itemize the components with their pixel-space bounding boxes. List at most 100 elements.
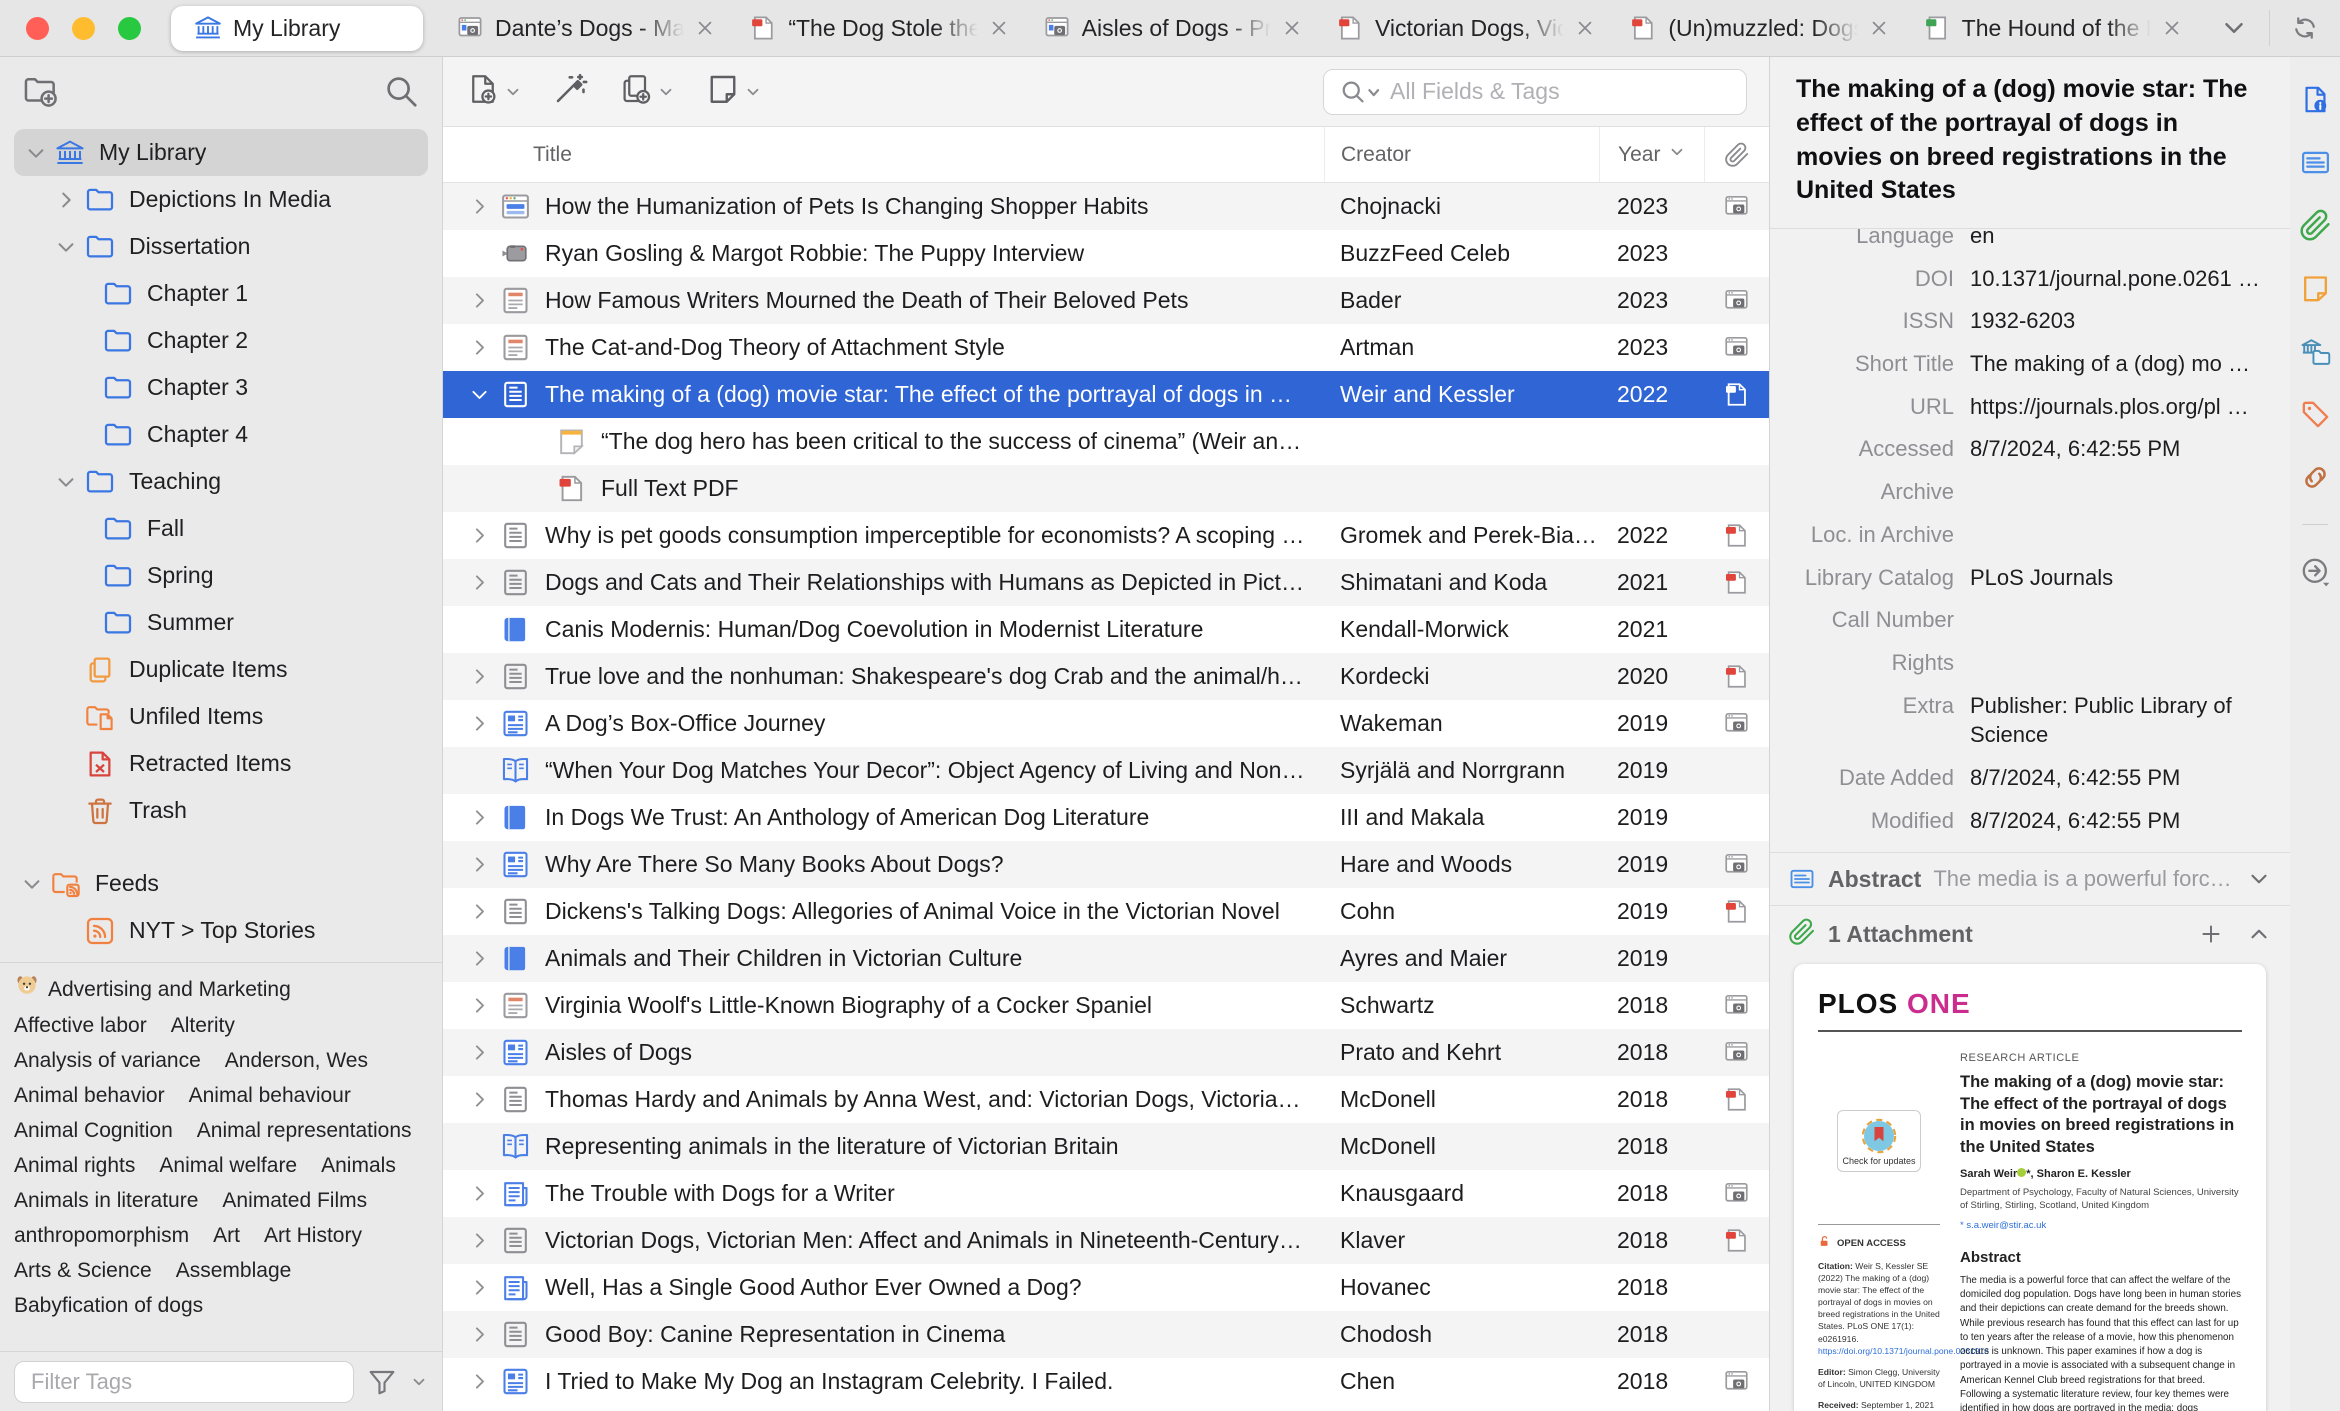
close-tab-icon[interactable] (1868, 17, 1890, 39)
sync-icon[interactable] (2269, 10, 2340, 46)
tag-item[interactable]: Art (213, 1218, 240, 1253)
field-value[interactable]: The making of a (dog) mo … (1970, 349, 2276, 379)
disclosure-chevron-icon[interactable] (461, 384, 497, 405)
table-row[interactable]: Animals and Their Children in Victorian … (443, 935, 1769, 982)
collection-row[interactable]: Depictions In Media (0, 176, 442, 223)
related-tab-icon[interactable] (2299, 461, 2332, 494)
library-search-field[interactable] (1323, 68, 1747, 115)
tag-item[interactable]: Art History (264, 1218, 362, 1253)
attachments-section-header[interactable]: 1 Attachment (1770, 906, 2290, 962)
tab[interactable]: Aisles of Dogs - Prat (1026, 0, 1319, 57)
table-row[interactable]: Dickens's Talking Dogs: Allegories of An… (443, 888, 1769, 935)
minimize-window-button[interactable] (72, 16, 95, 40)
disclosure-chevron-icon[interactable] (461, 1183, 497, 1204)
tag-item[interactable]: Analysis of variance (14, 1043, 201, 1078)
collection-row[interactable]: Retracted Items (0, 740, 442, 787)
disclosure-chevron-icon[interactable] (461, 337, 497, 358)
field-value[interactable]: 8/7/2024, 6:42:55 PM (1970, 434, 2276, 464)
tag-item[interactable]: Animals in literature (14, 1183, 198, 1218)
search-scope-icon[interactable] (1338, 77, 1382, 107)
info-tab-icon[interactable] (2299, 83, 2332, 116)
table-row[interactable]: The making of a (dog) movie star: The ef… (443, 371, 1769, 418)
field-value[interactable] (1970, 477, 2276, 507)
collection-row[interactable]: Chapter 4 (0, 411, 442, 458)
collection-row[interactable]: Fall (0, 505, 442, 552)
search-input[interactable] (1390, 78, 1732, 105)
tag-item[interactable]: Animal representations (197, 1113, 412, 1148)
creator-column-header[interactable]: Creator (1324, 127, 1599, 182)
new-attachment-button[interactable] (618, 71, 675, 112)
table-row[interactable]: True love and the nonhuman: Shakespeare'… (443, 653, 1769, 700)
table-row[interactable]: I Tried to Make My Dog an Instagram Cele… (443, 1358, 1769, 1405)
tag-item[interactable]: Animals (321, 1148, 396, 1183)
table-row[interactable]: The Trouble with Dogs for a Writer Knaus… (443, 1170, 1769, 1217)
disclosure-chevron-icon[interactable] (461, 713, 497, 734)
new-collection-button[interactable] (22, 72, 60, 115)
abstract-tab-icon[interactable] (2299, 146, 2332, 179)
table-row[interactable]: Well, Has a Single Good Author Ever Owne… (443, 1264, 1769, 1311)
twisty-chevron-icon[interactable] (48, 236, 84, 258)
tab-list-chevron-icon[interactable] (2199, 10, 2269, 46)
add-attachment-icon[interactable] (2198, 921, 2224, 947)
collection-search-icon[interactable] (382, 72, 420, 115)
zoom-window-button[interactable] (118, 16, 141, 40)
collection-row[interactable]: Teaching (0, 458, 442, 505)
table-row[interactable]: How Famous Writers Mourned the Death of … (443, 277, 1769, 324)
tab[interactable]: The Hound of the Ba (1906, 0, 2199, 57)
table-row[interactable]: “When Your Dog Matches Your Decor”: Obje… (443, 747, 1769, 794)
table-row[interactable]: Why is pet goods consumption imperceptib… (443, 512, 1769, 559)
disclosure-chevron-icon[interactable] (461, 290, 497, 311)
tag-item[interactable]: Alterity (171, 1008, 235, 1043)
collection-row[interactable]: Feeds (0, 860, 442, 907)
twisty-chevron-icon[interactable] (14, 873, 50, 895)
twisty-chevron-icon[interactable] (48, 189, 84, 211)
tag-item[interactable]: Animated Films (222, 1183, 367, 1218)
tag-item[interactable]: Animal rights (14, 1148, 135, 1183)
table-row[interactable]: Representing animals in the literature o… (443, 1123, 1769, 1170)
table-row[interactable]: Victorian Dogs, Victorian Men: Affect an… (443, 1217, 1769, 1264)
close-tab-icon[interactable] (988, 17, 1010, 39)
field-value[interactable]: 1932-6203 (1970, 306, 2276, 336)
new-note-button[interactable] (705, 71, 762, 112)
field-value[interactable] (1970, 648, 2276, 678)
close-tab-icon[interactable] (1574, 17, 1596, 39)
table-row[interactable]: A Dog’s Box-Office Journey Wakeman 2019 (443, 700, 1769, 747)
tag-item[interactable]: Animal welfare (159, 1148, 297, 1183)
disclosure-chevron-icon[interactable] (461, 1089, 497, 1110)
field-value[interactable]: PLoS Journals (1970, 563, 2276, 593)
table-row[interactable]: In Dogs We Trust: An Anthology of Americ… (443, 794, 1769, 841)
collection-row[interactable]: Chapter 3 (0, 364, 442, 411)
disclosure-chevron-icon[interactable] (461, 948, 497, 969)
tab[interactable]: Victorian Dogs, Victo (1319, 0, 1612, 57)
collection-row[interactable]: Trash (0, 787, 442, 834)
filter-tags-input[interactable] (14, 1360, 354, 1403)
disclosure-chevron-icon[interactable] (461, 1324, 497, 1345)
new-item-button[interactable] (465, 71, 522, 112)
attachment-pdf-preview[interactable]: PLOS ONE Check for updates OPEN ACCESS C… (1794, 964, 2266, 1411)
attachments-collapse-chevron-icon[interactable] (2246, 921, 2272, 947)
disclosure-chevron-icon[interactable] (461, 1230, 497, 1251)
disclosure-chevron-icon[interactable] (461, 525, 497, 546)
libraries-collections-tab-icon[interactable] (2299, 335, 2332, 368)
disclosure-chevron-icon[interactable] (461, 807, 497, 828)
close-tab-icon[interactable] (1281, 17, 1303, 39)
tag-item[interactable]: Assemblage (176, 1253, 292, 1288)
tag-item[interactable]: Advertising and Marketing (14, 971, 291, 1008)
disclosure-chevron-icon[interactable] (461, 196, 497, 217)
close-tab-icon[interactable] (694, 17, 716, 39)
field-value[interactable]: Publisher: Public Library of Science (1970, 691, 2276, 750)
add-by-identifier-button[interactable] (552, 71, 588, 112)
field-value[interactable]: https://journals.plos.org/pl … (1970, 392, 2276, 422)
disclosure-chevron-icon[interactable] (461, 1277, 497, 1298)
attachment-column-header[interactable] (1704, 127, 1769, 182)
collection-row[interactable]: Unfiled Items (0, 693, 442, 740)
field-value[interactable]: 8/7/2024, 6:42:55 PM (1970, 806, 2276, 836)
tag-item[interactable]: Arts & Science (14, 1253, 152, 1288)
close-tab-icon[interactable] (2161, 17, 2183, 39)
collection-row[interactable]: Summer (0, 599, 442, 646)
tag-filter-chevron-icon[interactable] (410, 1373, 428, 1391)
abstract-expand-chevron-icon[interactable] (2246, 866, 2272, 892)
tag-item[interactable]: Animal behaviour (189, 1078, 351, 1113)
collection-row[interactable]: Duplicate Items (0, 646, 442, 693)
tab[interactable]: My Library (171, 5, 423, 51)
